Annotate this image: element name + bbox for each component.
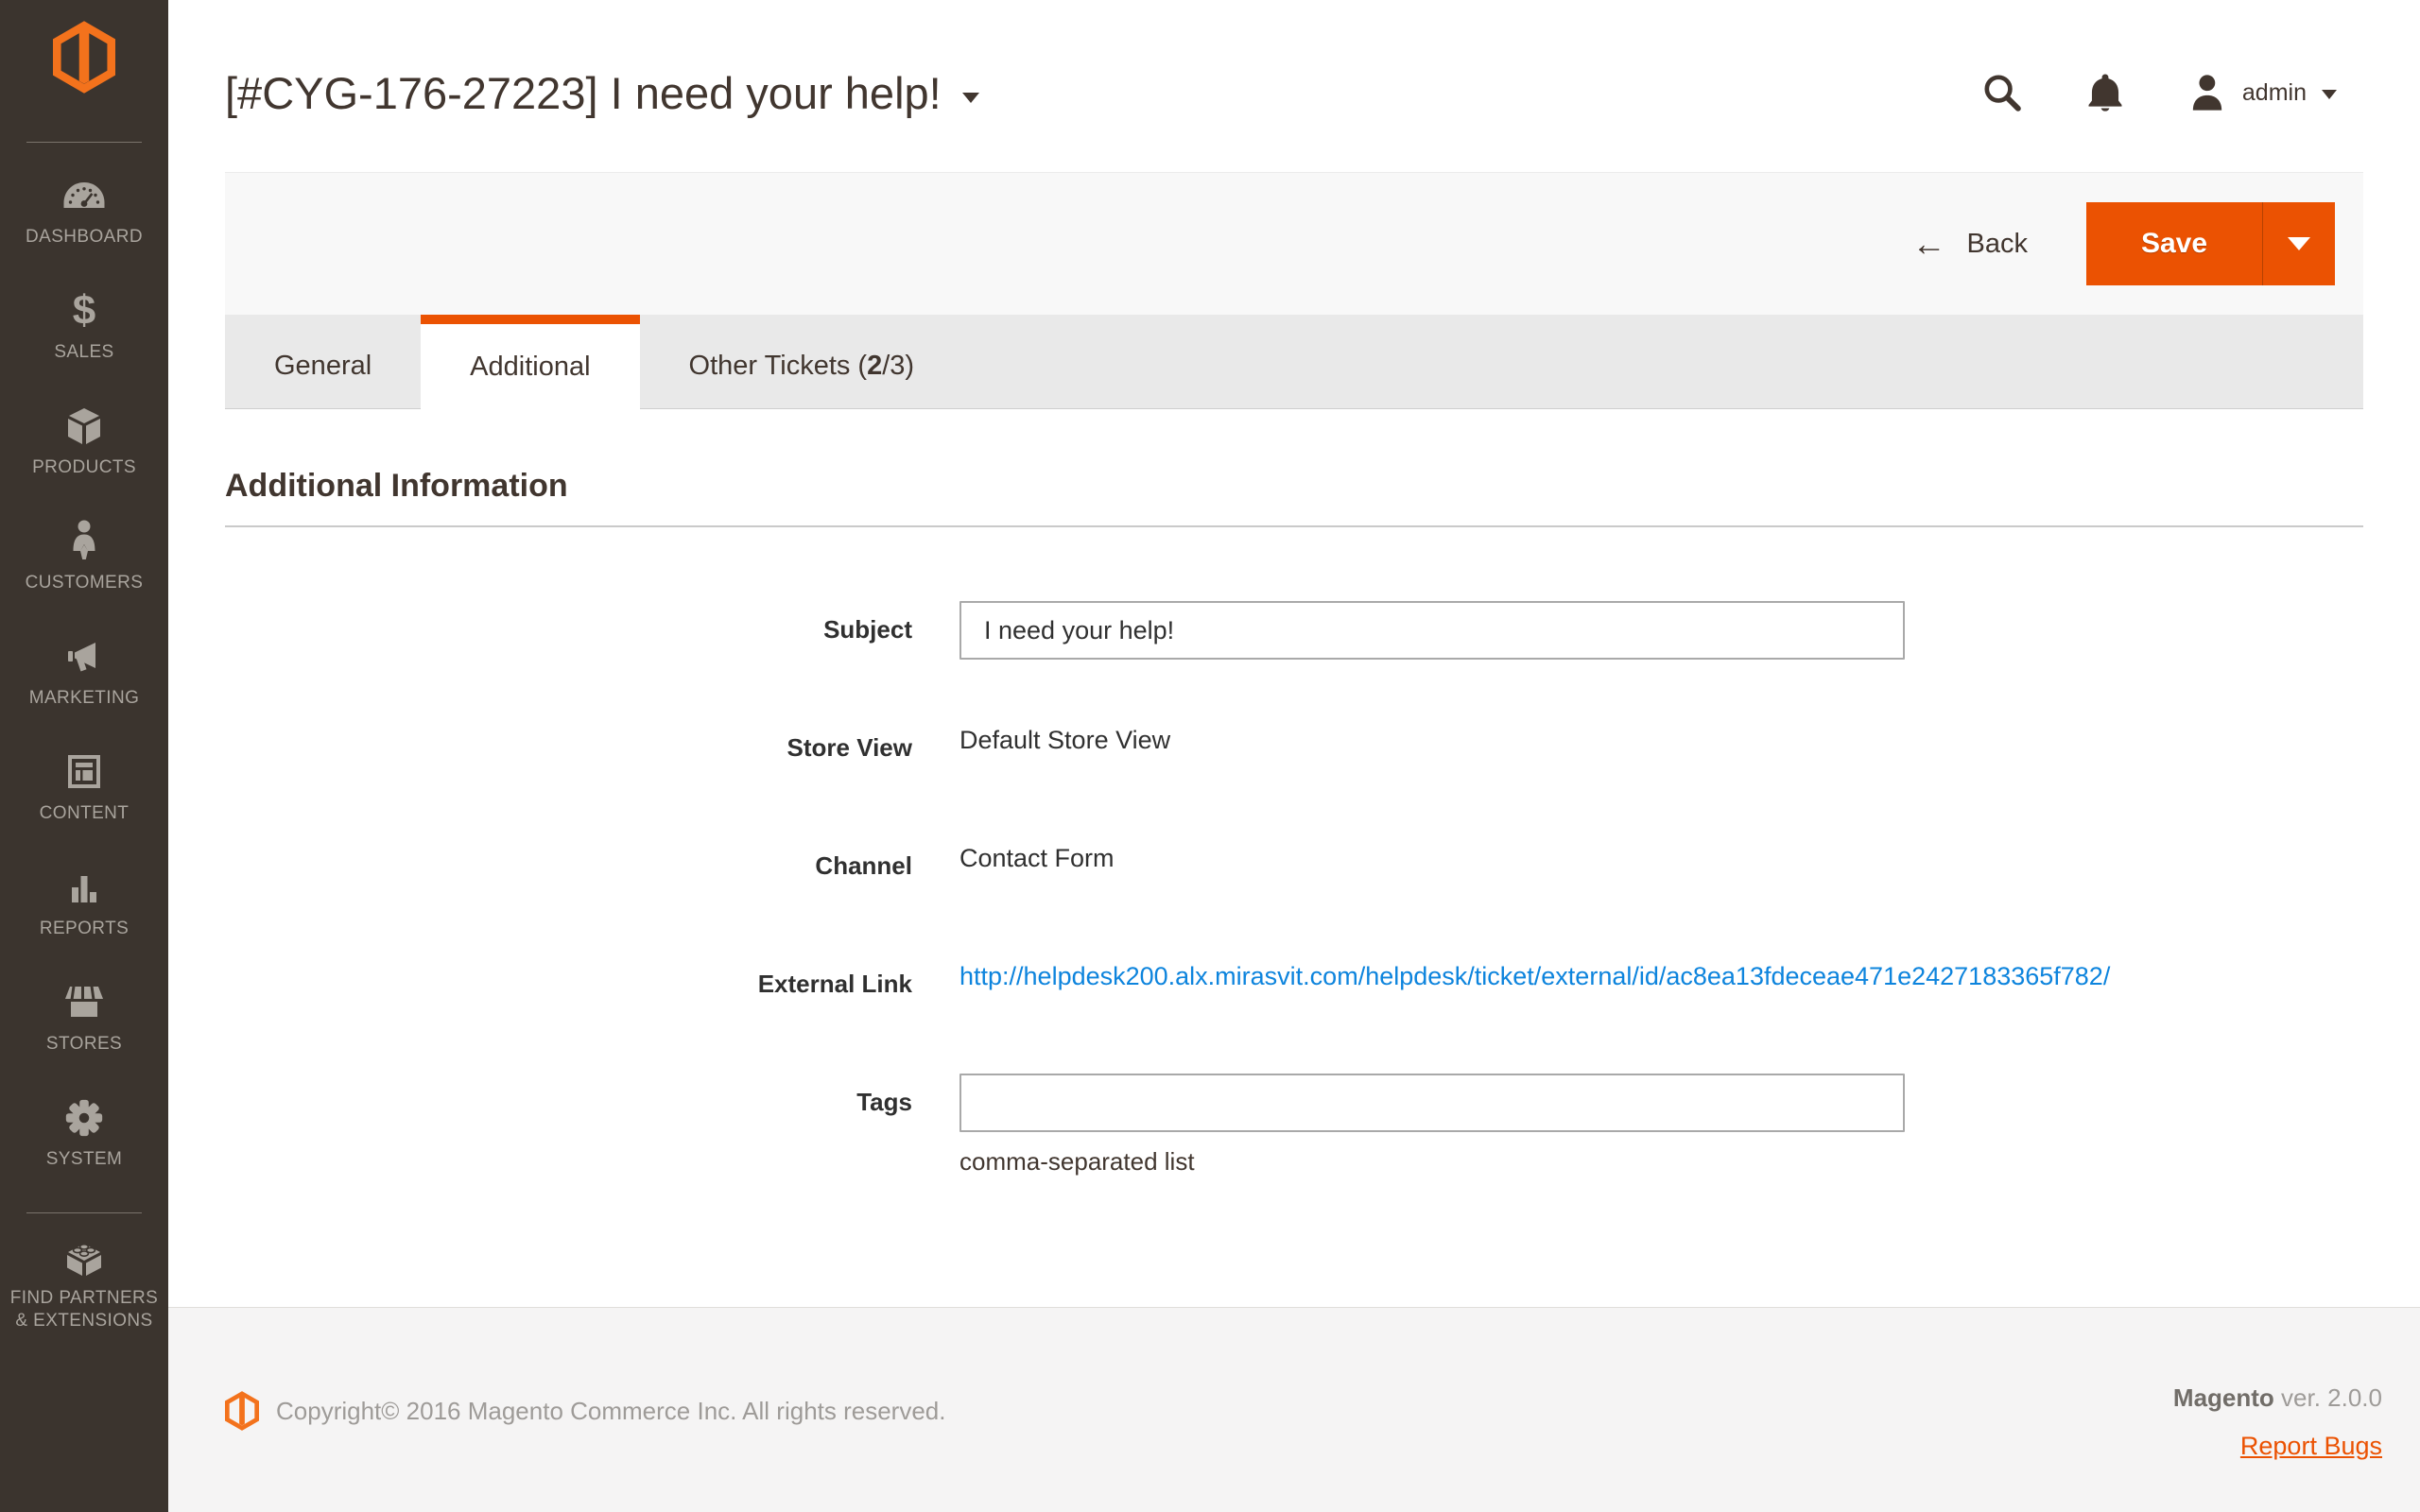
- tab-other-tickets[interactable]: Other Tickets (2/3): [640, 315, 964, 408]
- sidebar-item-find-partners[interactable]: FIND PARTNERS & EXTENSIONS: [0, 1238, 168, 1325]
- sidebar-item-system[interactable]: SYSTEM: [0, 1095, 168, 1182]
- save-options-toggle[interactable]: [2262, 202, 2335, 285]
- sidebar-item-content[interactable]: CONTENT: [0, 749, 168, 836]
- sidebar-nav: DASHBOARD $ SALES PRODUCTS: [0, 173, 168, 1353]
- magento-logo-icon: [53, 21, 115, 94]
- dollar-icon: $: [73, 288, 95, 334]
- external-link-row: External Link http://helpdesk200.alx.mir…: [225, 955, 2363, 1014]
- magento-admin-app: DASHBOARD $ SALES PRODUCTS: [0, 0, 2420, 1512]
- magento-logo[interactable]: [53, 21, 115, 98]
- admin-username: admin: [2242, 79, 2307, 107]
- storefront-icon: [62, 980, 106, 1025]
- tab-content: Additional Information Subject Store Vie…: [168, 409, 2420, 1307]
- sidebar-item-label: STORES: [46, 1033, 122, 1056]
- footer-version-block: Magento ver. 2.0.0 Report Bugs: [2173, 1383, 2382, 1512]
- magento-brand: Magento: [2173, 1383, 2274, 1412]
- sidebar-item-label: MARKETING: [29, 687, 140, 710]
- page-title: [#CYG-176-27223] I need your help!: [225, 67, 942, 119]
- sidebar-item-label: CONTENT: [40, 802, 130, 825]
- back-arrow-icon: ←: [1912, 227, 1946, 261]
- admin-sidebar: DASHBOARD $ SALES PRODUCTS: [0, 0, 168, 1512]
- copyright-text: Copyright© 2016 Magento Commerce Inc. Al…: [276, 1391, 945, 1431]
- user-avatar-icon: [2189, 73, 2225, 112]
- chevron-down-icon: [2288, 237, 2310, 250]
- sidebar-item-customers[interactable]: CUSTOMERS: [0, 519, 168, 606]
- footer-copyright-block: Copyright© 2016 Magento Commerce Inc. Al…: [225, 1391, 945, 1512]
- sidebar-item-sales[interactable]: $ SALES: [0, 288, 168, 375]
- admin-user-menu[interactable]: admin: [2189, 73, 2337, 112]
- tags-row: Tags comma-separated list: [225, 1074, 2363, 1177]
- page-title-dropdown[interactable]: [#CYG-176-27223] I need your help!: [225, 67, 979, 119]
- subject-label: Subject: [225, 601, 912, 660]
- chevron-down-icon: [2322, 90, 2337, 99]
- tags-label: Tags: [225, 1074, 912, 1177]
- store-view-label: Store View: [225, 719, 912, 778]
- page-header: [#CYG-176-27223] I need your help!: [168, 0, 2420, 172]
- megaphone-icon: [63, 634, 105, 679]
- magento-version: Magento ver. 2.0.0: [2173, 1383, 2382, 1413]
- tab-general[interactable]: General: [225, 315, 421, 408]
- header-actions: admin: [1981, 72, 2337, 113]
- tags-hint: comma-separated list: [959, 1147, 2363, 1177]
- notifications-bell-icon[interactable]: [2085, 72, 2125, 113]
- sidebar-item-dashboard[interactable]: DASHBOARD: [0, 173, 168, 260]
- sidebar-item-marketing[interactable]: MARKETING: [0, 634, 168, 721]
- sidebar-item-label: REPORTS: [40, 918, 129, 940]
- channel-row: Channel Contact Form: [225, 837, 2363, 896]
- subject-input[interactable]: [959, 601, 1905, 660]
- sidebar-item-label: CUSTOMERS: [26, 572, 144, 594]
- sidebar-item-stores[interactable]: STORES: [0, 980, 168, 1067]
- search-icon[interactable]: [1981, 72, 2023, 113]
- additional-info-form: Subject Store View Default Store View Ch…: [225, 601, 2363, 1177]
- dashboard-gauge-icon: [61, 173, 107, 218]
- save-split-button: Save: [2086, 202, 2335, 285]
- sidebar-divider: [26, 1212, 142, 1213]
- person-icon: [65, 519, 103, 564]
- report-bugs-link[interactable]: Report Bugs: [2240, 1432, 2382, 1461]
- gear-icon: [62, 1095, 106, 1141]
- other-tickets-count: 2: [867, 351, 882, 382]
- admin-footer: Copyright© 2016 Magento Commerce Inc. Al…: [168, 1307, 2420, 1512]
- channel-label: Channel: [225, 837, 912, 896]
- back-button[interactable]: ← Back: [1912, 227, 2028, 261]
- box-icon: [63, 404, 105, 449]
- store-view-row: Store View Default Store View: [225, 719, 2363, 778]
- store-view-value: Default Store View: [959, 719, 2363, 778]
- sidebar-item-label: FIND PARTNERS & EXTENSIONS: [9, 1287, 160, 1332]
- tags-input[interactable]: [959, 1074, 1905, 1132]
- action-toolbar: ← Back Save: [225, 172, 2363, 315]
- section-divider: [225, 525, 2363, 527]
- sidebar-item-label: SALES: [54, 341, 113, 364]
- channel-value: Contact Form: [959, 837, 2363, 896]
- sidebar-item-label: PRODUCTS: [32, 456, 136, 479]
- ticket-tabs: General Additional Other Tickets (2/3): [225, 315, 2363, 409]
- external-link-label: External Link: [225, 955, 912, 1014]
- external-link-url[interactable]: http://helpdesk200.alx.mirasvit.com/help…: [959, 962, 2110, 990]
- layout-icon: [63, 749, 105, 795]
- bar-chart-icon: [65, 865, 103, 910]
- sidebar-item-products[interactable]: PRODUCTS: [0, 404, 168, 490]
- section-heading: Additional Information: [225, 468, 2363, 505]
- chevron-down-icon[interactable]: [962, 93, 979, 103]
- sidebar-divider: [26, 142, 142, 143]
- tab-additional[interactable]: Additional: [421, 315, 639, 410]
- sidebar-item-label: SYSTEM: [46, 1148, 123, 1171]
- magento-footer-logo-icon: [225, 1391, 259, 1431]
- sidebar-item-reports[interactable]: REPORTS: [0, 865, 168, 952]
- subject-row: Subject: [225, 601, 2363, 660]
- main-area: [#CYG-176-27223] I need your help!: [168, 0, 2420, 1512]
- sidebar-item-label: DASHBOARD: [26, 226, 143, 249]
- save-button[interactable]: Save: [2086, 202, 2262, 285]
- brick-icon: [62, 1238, 106, 1280]
